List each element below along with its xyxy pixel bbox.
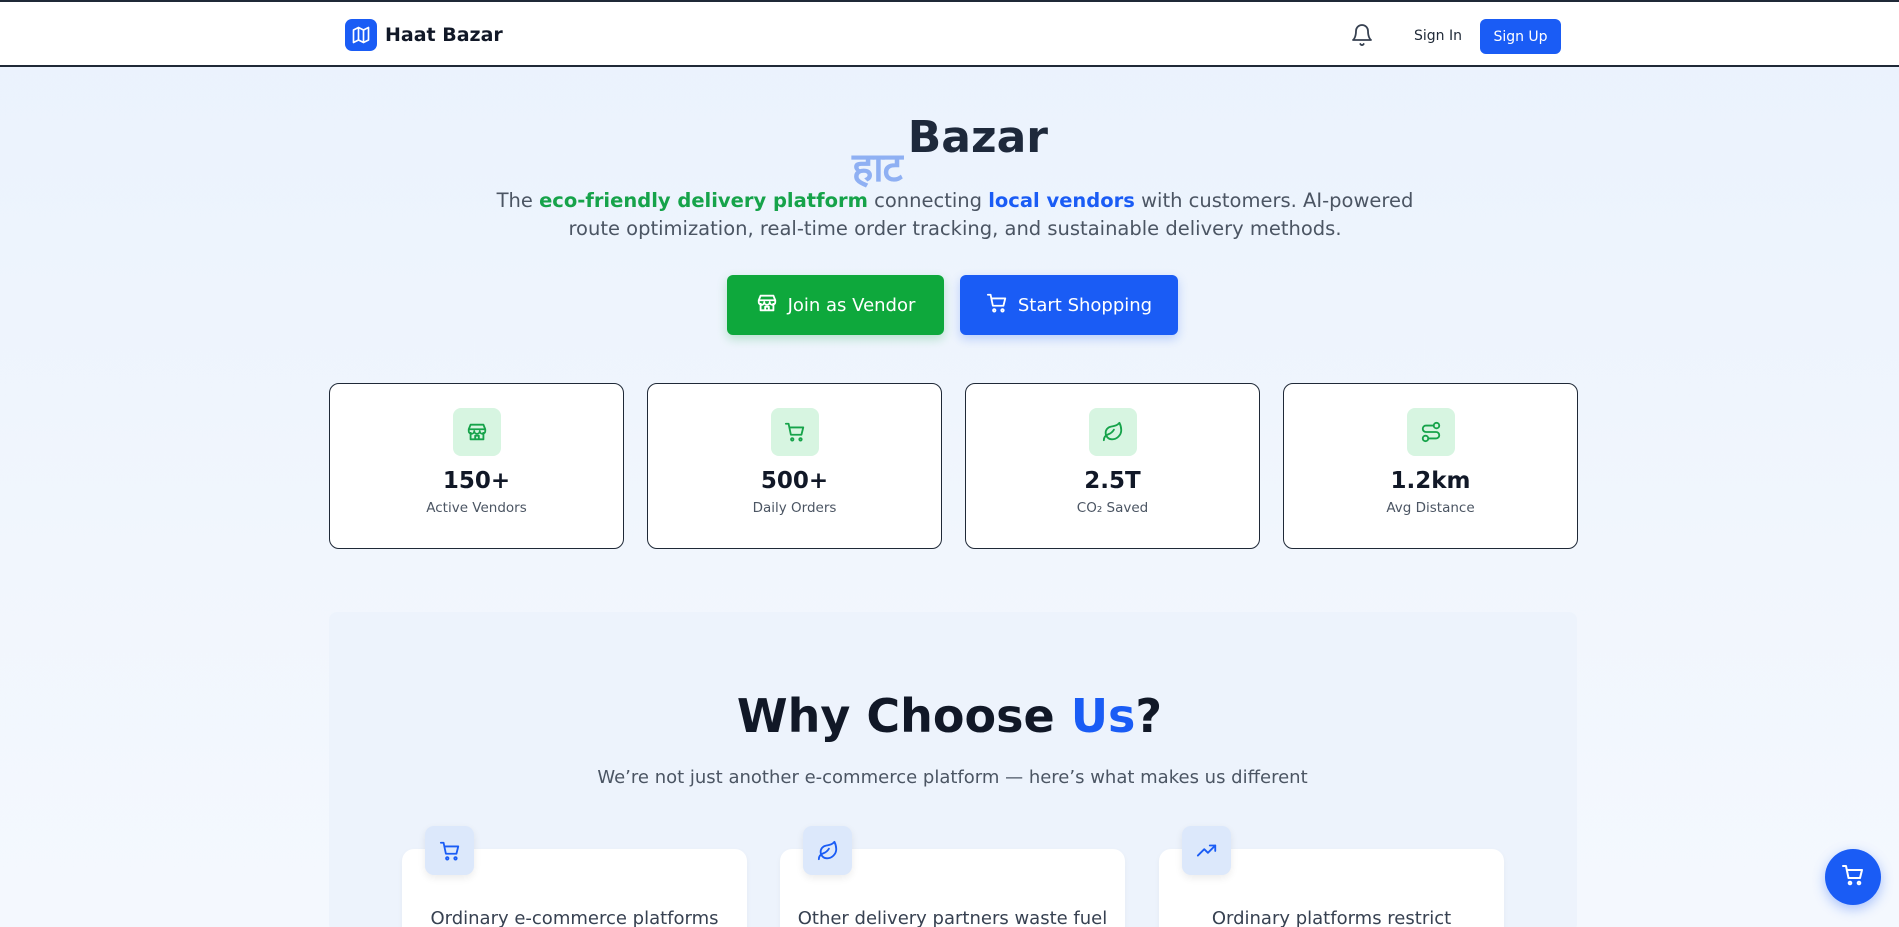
stat-value: 500+	[760, 468, 829, 494]
stat-card: 500+ Daily Orders	[647, 383, 942, 549]
brand[interactable]: Haat Bazar	[345, 19, 503, 51]
stat-card: 150+ Active Vendors	[329, 383, 624, 549]
top-navbar: Haat Bazar Sign In Sign Up	[0, 0, 1899, 67]
hero-subtitle-green: eco-friendly delivery platform	[539, 189, 868, 212]
leaf-icon	[803, 826, 852, 875]
sign-up-button[interactable]: Sign Up	[1480, 19, 1561, 54]
why-title: Why Choose Us?	[0, 689, 1899, 743]
trending-up-icon	[1182, 826, 1231, 875]
cart-icon	[986, 292, 1008, 319]
hero-subtitle-blue: local vendors	[988, 189, 1135, 212]
stat-value: 1.2km	[1390, 468, 1471, 494]
stat-card: 2.5T CO₂ Saved	[965, 383, 1260, 549]
feature-text: Ordinary e-commerce platforms	[430, 908, 719, 927]
stat-label: Daily Orders	[752, 500, 837, 516]
cart-icon	[425, 826, 474, 875]
cart-icon	[770, 408, 819, 456]
why-title-end: ?	[1135, 689, 1163, 743]
leaf-icon	[1088, 408, 1137, 456]
store-icon	[452, 408, 501, 456]
sign-in-button[interactable]: Sign In	[1400, 20, 1476, 52]
hero-subtitle-text: The	[496, 189, 540, 212]
feature-text: Other delivery partners waste fuel	[797, 908, 1108, 927]
cart-fab-button[interactable]	[1825, 849, 1881, 905]
stat-label: CO₂ Saved	[1076, 500, 1149, 516]
join-vendor-label: Join as Vendor	[787, 294, 916, 316]
stat-value: 150+	[442, 468, 511, 494]
join-vendor-button[interactable]: Join as Vendor	[727, 275, 944, 335]
cart-icon	[1841, 863, 1865, 891]
brand-name: Haat Bazar	[385, 24, 503, 46]
hero-title-hindi: हाट	[852, 145, 903, 191]
hero-subtitle-text: connecting	[867, 189, 989, 212]
store-icon	[756, 292, 778, 319]
start-shopping-button[interactable]: Start Shopping	[960, 275, 1178, 335]
hero-subtitle: The eco-friendly delivery platform conne…	[480, 187, 1430, 243]
why-title-accent: Us	[1070, 689, 1136, 743]
stat-label: Active Vendors	[426, 500, 527, 516]
start-shopping-label: Start Shopping	[1017, 294, 1153, 316]
why-subtitle: We’re not just another e-commerce platfo…	[597, 767, 1308, 788]
hero-title: हाट Bazar	[852, 112, 1048, 191]
hero-title-main: Bazar	[907, 112, 1048, 163]
stat-label: Avg Distance	[1386, 500, 1475, 516]
bell-icon[interactable]	[1350, 23, 1374, 47]
route-icon	[1406, 408, 1455, 456]
stat-value: 2.5T	[1084, 468, 1141, 494]
map-icon	[345, 19, 377, 51]
stat-card: 1.2km Avg Distance	[1283, 383, 1578, 549]
why-title-main: Why Choose	[736, 689, 1071, 743]
feature-text: Ordinary platforms restrict	[1211, 908, 1452, 927]
